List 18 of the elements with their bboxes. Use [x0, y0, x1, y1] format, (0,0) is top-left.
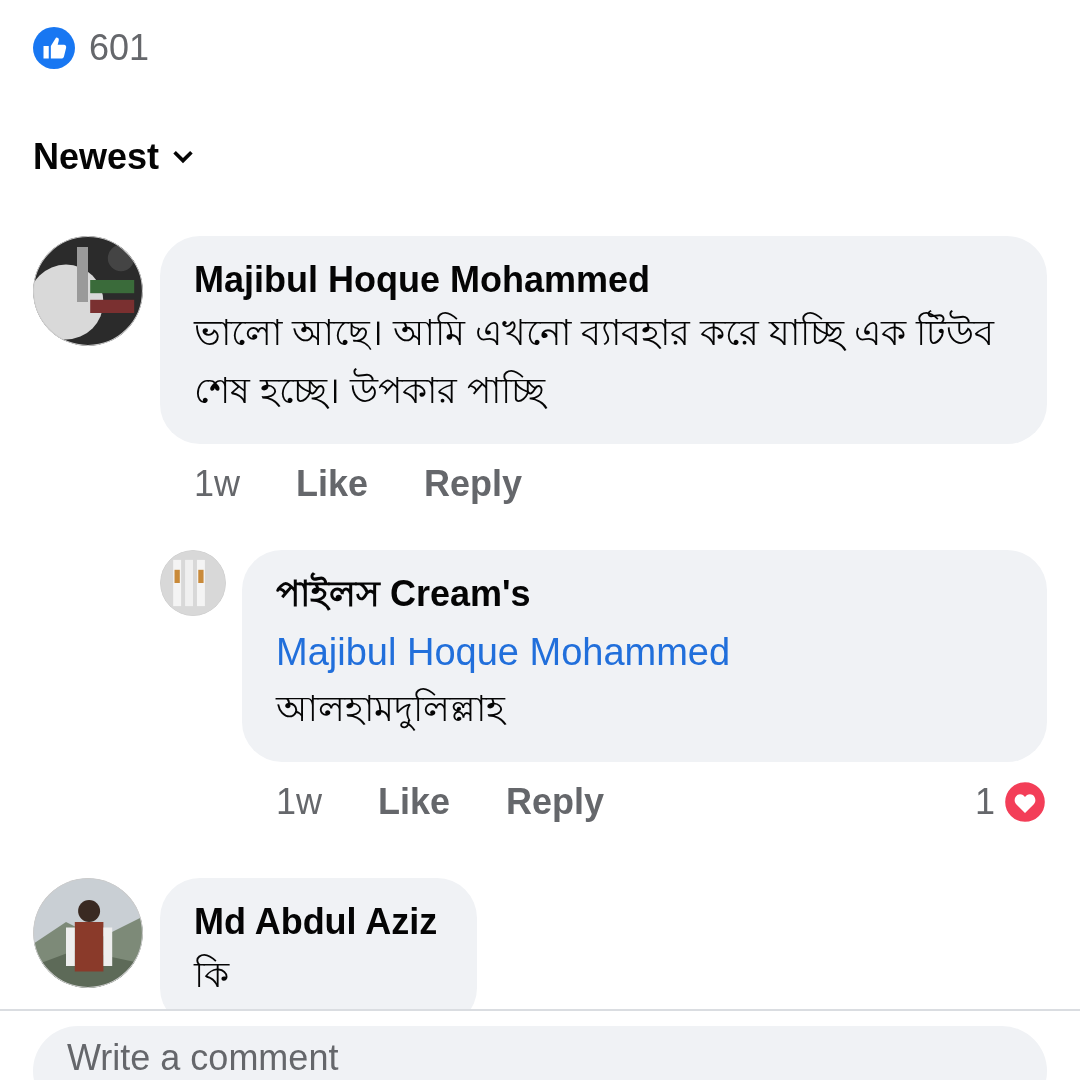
comment-text: ভালো আছে। আমি এখনো ব্যাবহার করে যাচ্ছি এক টিউব শেষ হচ্ছে। উপকার পাচ্ছি	[194, 309, 996, 413]
mention-link[interactable]: Majibul Hoque Mohammed	[276, 624, 1007, 680]
comment-text: কি	[194, 953, 231, 997]
reply-link[interactable]: Reply	[424, 457, 523, 511]
comment-author[interactable]: Majibul Hoque Mohammed	[194, 256, 1007, 304]
reply-link[interactable]: Reply	[506, 775, 605, 829]
like-link[interactable]: Like	[296, 457, 369, 511]
comment-input[interactable]: Write a comment	[33, 1026, 1047, 1080]
comment-time: 1w	[194, 462, 241, 506]
reaction-count: 601	[89, 26, 150, 70]
like-link[interactable]: Like	[378, 775, 451, 829]
comment-author[interactable]: Md Abdul Aziz	[194, 898, 438, 946]
sort-dropdown[interactable]: Newest	[33, 130, 196, 184]
like-icon	[33, 27, 75, 69]
reaction-count: 1	[974, 780, 995, 824]
comment-text: আলহামদুলিল্লাহ	[276, 687, 508, 733]
comment-time: 1w	[276, 780, 323, 824]
comment-author[interactable]: পাইলস Cream's	[276, 570, 1007, 618]
